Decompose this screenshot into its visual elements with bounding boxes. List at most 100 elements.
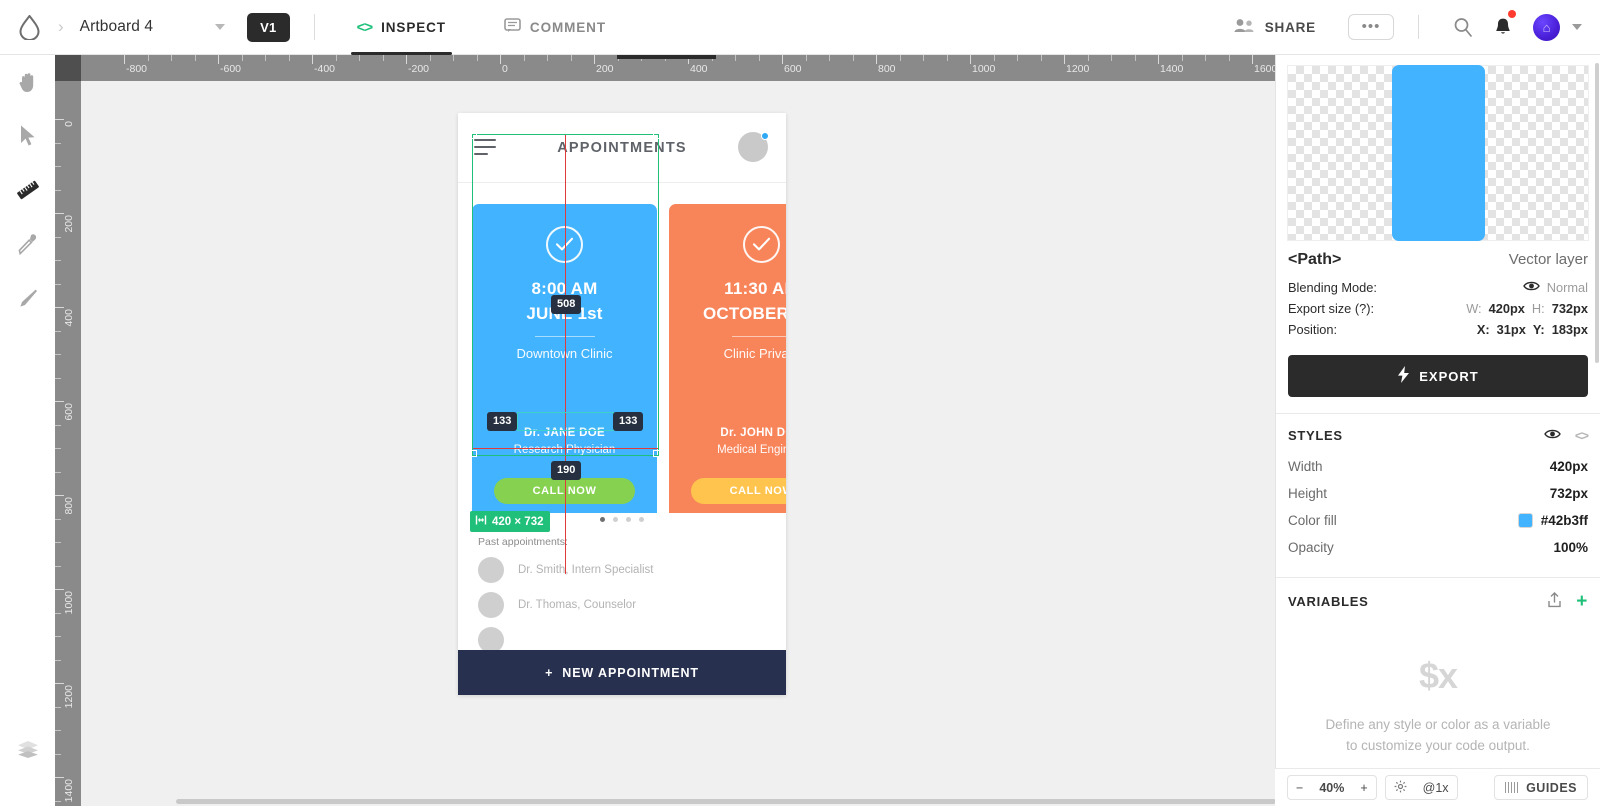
ruler-tick <box>55 377 61 379</box>
new-appointment-label: NEW APPOINTMENT <box>562 665 699 680</box>
measure-guide-horizontal <box>472 448 659 449</box>
version-chip[interactable]: V1 <box>247 12 290 42</box>
artboard-dropdown-icon[interactable] <box>215 24 226 30</box>
measure-tool[interactable] <box>0 163 55 217</box>
panel-scrollbar[interactable] <box>1595 63 1599 363</box>
card-time-value: 11:30 AM <box>724 279 786 298</box>
appointment-cards: 8:00 AM JUNE 1st Downtown Clinic Dr. JAN… <box>458 183 786 513</box>
ruler-tick <box>194 55 196 61</box>
zoom-out-button[interactable]: − <box>1288 781 1311 795</box>
ruler-label: 600 <box>784 63 802 75</box>
list-item-label: Dr. Thomas, Counselor <box>518 599 637 611</box>
avatar-badge-dot <box>761 132 769 140</box>
zoom-in-button[interactable]: + <box>1352 781 1375 795</box>
pager-dot[interactable] <box>639 517 644 522</box>
tab-inspect-label: INSPECT <box>381 19 446 35</box>
new-appointment-button[interactable]: + NEW APPOINTMENT <box>458 650 786 695</box>
artboard-preview[interactable]: APPOINTMENTS 8:00 AM JUNE 1st Downtown C… <box>458 113 786 695</box>
share-upload-icon[interactable] <box>1547 592 1562 611</box>
zoom-value[interactable]: 40% <box>1311 781 1352 795</box>
artboard-name[interactable]: Artboard 4 <box>80 18 153 36</box>
eye-icon[interactable] <box>1543 428 1561 443</box>
ruler-label: -800 <box>126 63 148 75</box>
avatar <box>478 592 504 618</box>
variables-title: VARIABLES <box>1288 594 1369 609</box>
ruler-tick <box>55 189 61 191</box>
variables-section-header: VARIABLES + <box>1276 578 1600 621</box>
pager-dot[interactable] <box>613 517 618 522</box>
gear-icon[interactable] <box>1386 780 1415 796</box>
ruler-tick <box>453 55 454 61</box>
ruler-tick <box>359 55 360 61</box>
ruler-tick <box>406 55 407 64</box>
ruler-label: 600 <box>63 403 75 421</box>
bell-icon[interactable] <box>1483 10 1523 37</box>
check-circle-icon <box>743 226 780 263</box>
search-icon[interactable] <box>1443 17 1483 37</box>
ruler-tick <box>288 55 290 61</box>
avatar[interactable]: ⌂ <box>1533 13 1560 41</box>
call-now-button[interactable]: CALL NOW <box>691 478 786 504</box>
selection-handle[interactable] <box>653 450 660 457</box>
ruler-tick <box>970 55 971 64</box>
style-key: Opacity <box>1288 540 1334 555</box>
list-item[interactable]: Dr. Smith, Intern Specialist <box>478 557 786 583</box>
list-item[interactable]: Dr. Thomas, Counselor <box>478 592 786 618</box>
zoom-control: − 40% + <box>1287 775 1377 800</box>
selection-handle[interactable] <box>653 132 660 139</box>
density-value[interactable]: @1x <box>1415 781 1457 795</box>
share-button[interactable]: SHARE <box>1224 18 1326 36</box>
ruler-horizontal[interactable]: -800 -600 -400 -200 0 200 400 600 800 1000 1200 140… <box>81 55 1275 81</box>
ruler-label: -600 <box>220 63 242 75</box>
layers-icon[interactable] <box>0 722 55 776</box>
hamburger-menu-icon[interactable] <box>474 139 496 160</box>
ruler-tick <box>1040 55 1042 61</box>
variable-glyph: $x <box>1418 655 1458 696</box>
position-x-value: 31px <box>1496 322 1526 337</box>
eye-icon[interactable] <box>1522 280 1540 295</box>
ruler-tick <box>55 166 61 167</box>
ruler-tick <box>55 471 61 473</box>
transparency-checker <box>1287 65 1589 241</box>
ruler-tick <box>1205 55 1206 61</box>
guides-button[interactable]: GUIDES <box>1493 775 1588 800</box>
selection-handle[interactable] <box>470 450 477 457</box>
style-row: Height 732px <box>1276 480 1600 507</box>
ruler-vertical[interactable]: 0 200 400 600 800 1000 1200 1400 <box>55 81 81 806</box>
code-brackets-icon[interactable]: <> <box>1575 428 1589 443</box>
more-options-button[interactable]: ••• <box>1348 14 1394 40</box>
comment-bubble-icon <box>504 18 521 36</box>
guides-icon <box>1504 782 1519 793</box>
ruler-tick <box>993 55 995 61</box>
density-control[interactable]: @1x <box>1384 775 1458 800</box>
avocode-inspect-window: › Artboard 4 V1 <> INSPECT COMMENT SHARE… <box>0 0 1600 806</box>
guides-label: GUIDES <box>1526 780 1577 795</box>
app-avatar[interactable] <box>738 132 769 162</box>
hand-tool[interactable] <box>0 55 55 109</box>
ruler-tick <box>55 119 64 120</box>
pager-dot[interactable] <box>626 517 631 522</box>
card-place: Clinic Private <box>723 346 786 362</box>
ruler-tick <box>382 55 384 61</box>
plus-icon[interactable]: + <box>1576 592 1588 611</box>
style-value[interactable]: #42b3ff <box>1541 513 1588 528</box>
pen-tool[interactable] <box>0 271 55 325</box>
tab-inspect[interactable]: <> INSPECT <box>347 0 456 55</box>
people-icon <box>1234 18 1255 36</box>
app-logo[interactable] <box>0 14 58 40</box>
ruler-tick <box>1064 55 1065 64</box>
blending-mode-row: Blending Mode: Normal <box>1288 277 1588 298</box>
style-value: 420px <box>1549 459 1588 474</box>
eyedropper-tool[interactable] <box>0 217 55 271</box>
pager-dot[interactable] <box>600 517 605 522</box>
canvas-horizontal-scrollbar[interactable] <box>176 799 1275 804</box>
app-header: APPOINTMENTS <box>458 113 786 183</box>
chevron-down-icon[interactable] <box>1572 24 1582 30</box>
color-swatch[interactable] <box>1517 513 1533 528</box>
design-canvas[interactable]: APPOINTMENTS 8:00 AM JUNE 1st Downtown C… <box>81 81 1275 806</box>
selection-handle[interactable] <box>470 132 477 139</box>
export-button[interactable]: EXPORT <box>1288 355 1588 397</box>
tab-comment[interactable]: COMMENT <box>494 0 616 55</box>
select-tool[interactable] <box>0 109 55 163</box>
appointment-card-orange[interactable]: 11:30 AM OCTOBER 5th Clinic Private Dr. … <box>669 204 786 513</box>
